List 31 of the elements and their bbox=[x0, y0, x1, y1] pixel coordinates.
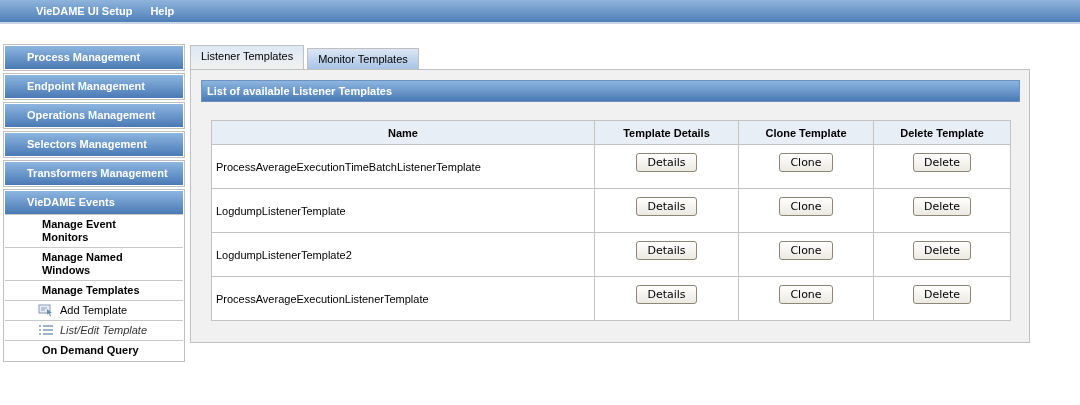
nav-link[interactable]: Manage Event Monitors bbox=[5, 214, 183, 247]
table-cell: LogdumpListenerTemplate bbox=[211, 188, 595, 233]
row-action-button[interactable]: Details bbox=[636, 285, 697, 304]
row-action-button[interactable]: Delete bbox=[912, 197, 972, 216]
row-action-button[interactable]: Details bbox=[636, 241, 697, 260]
list-icon bbox=[38, 325, 54, 336]
column-header: Clone Template bbox=[738, 120, 874, 145]
row-action-button[interactable]: Delete bbox=[912, 153, 972, 172]
nav-link[interactable]: On Demand Query bbox=[5, 340, 183, 360]
column-header: Name bbox=[211, 120, 595, 145]
table-cell: ProcessAverageExecutionListenerTemplate bbox=[211, 276, 595, 321]
row-action-button[interactable]: Delete bbox=[912, 285, 972, 304]
row-action-button[interactable]: Clone bbox=[779, 197, 833, 216]
row-action-button[interactable]: Clone bbox=[779, 241, 833, 260]
nav-action-link[interactable]: List/Edit Template bbox=[5, 320, 183, 340]
row-action-button[interactable]: Clone bbox=[779, 285, 833, 304]
column-header: Template Details bbox=[594, 120, 739, 145]
column-header: Delete Template bbox=[873, 120, 1011, 145]
panel-title: List of available Listener Templates bbox=[201, 80, 1020, 102]
nav-link[interactable]: Manage Named Windows bbox=[5, 247, 183, 280]
row-action-button[interactable]: Clone bbox=[779, 153, 833, 172]
nav-action-link[interactable]: Add Template bbox=[5, 300, 183, 320]
row-action-button[interactable]: Details bbox=[636, 153, 697, 172]
add-form-icon bbox=[38, 304, 54, 317]
nav-link[interactable]: Manage Templates bbox=[5, 280, 183, 300]
table-cell: ProcessAverageExecutionTimeBatchListenerTemplate bbox=[211, 144, 595, 189]
tab[interactable]: Listener Templates bbox=[190, 45, 305, 69]
row-action-button[interactable]: Details bbox=[636, 197, 697, 216]
row-action-button[interactable]: Delete bbox=[912, 241, 972, 260]
tab[interactable]: Monitor Templates bbox=[307, 48, 419, 69]
table-cell: LogdumpListenerTemplate2 bbox=[211, 232, 595, 277]
